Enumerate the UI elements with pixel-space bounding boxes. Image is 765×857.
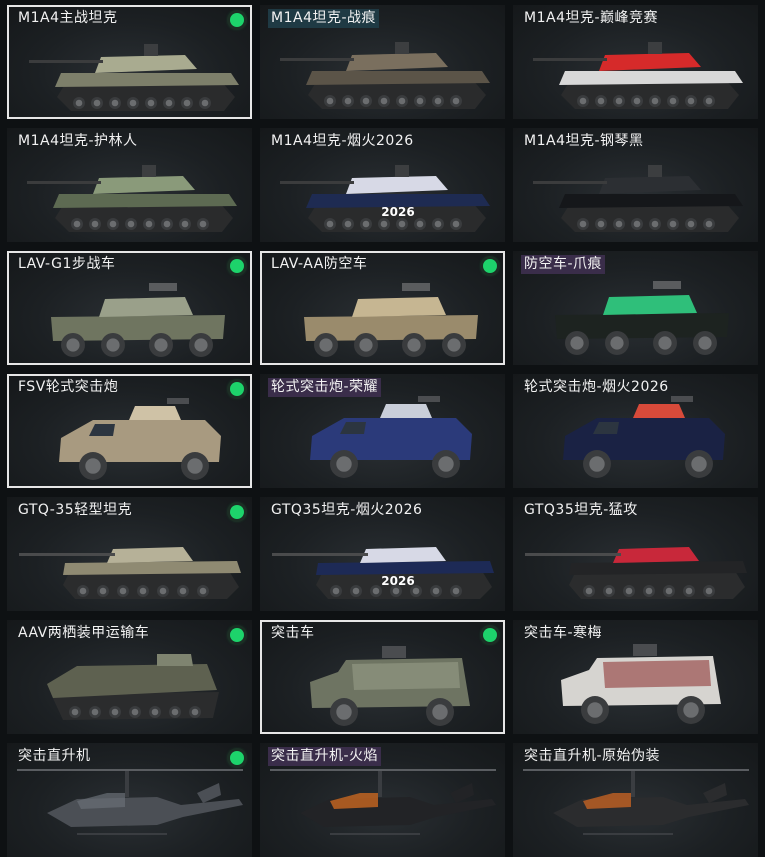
equipped-indicator-icon: [230, 628, 244, 642]
vehicle-card[interactable]: 突击直升机-原始伪装: [513, 743, 758, 857]
equipped-indicator-icon: [230, 505, 244, 519]
skin-badge-text: 2026: [381, 574, 414, 588]
vehicle-card[interactable]: 2026 M1A4坦克-烟火2026: [260, 128, 505, 242]
vehicle-card[interactable]: LAV-G1步战车: [7, 251, 252, 365]
vehicle-name-label: M1A4坦克-巅峰竞赛: [524, 10, 659, 26]
vehicle-card[interactable]: 防空车-爪痕: [513, 251, 758, 365]
vehicle-card[interactable]: M1A4坦克-战痕: [260, 5, 505, 119]
vehicle-card[interactable]: M1A4坦克-巅峰竞赛: [513, 5, 758, 119]
equipped-indicator-icon: [230, 751, 244, 765]
skin-badge-text: 2026: [381, 205, 414, 219]
vehicle-name-label: FSV轮式突击炮: [18, 379, 119, 395]
vehicle-card[interactable]: 2026 GTQ35坦克-烟火2026: [260, 497, 505, 611]
vehicle-name-label: 突击直升机-火焰: [268, 747, 382, 766]
vehicle-name-label: LAV-G1步战车: [18, 256, 116, 272]
equipped-indicator-icon: [483, 628, 497, 642]
vehicle-name-label: 轮式突击炮-烟火2026: [524, 379, 669, 395]
vehicle-name-label: 防空车-爪痕: [521, 255, 606, 274]
vehicle-card[interactable]: 突击直升机-火焰: [260, 743, 505, 857]
vehicle-name-label: 突击车-寒梅: [524, 625, 603, 641]
vehicle-card[interactable]: 突击直升机: [7, 743, 252, 857]
vehicle-name-label: GTQ35坦克-烟火2026: [271, 502, 423, 518]
equipped-indicator-icon: [230, 259, 244, 273]
equipped-indicator-icon: [483, 259, 497, 273]
vehicle-name-label: 突击直升机-原始伪装: [524, 748, 661, 764]
equipped-indicator-icon: [230, 382, 244, 396]
vehicle-card[interactable]: GTQ-35轻型坦克: [7, 497, 252, 611]
vehicle-name-label: LAV-AA防空车: [271, 256, 368, 272]
vehicle-name-label: GTQ-35轻型坦克: [18, 502, 133, 518]
vehicle-skin-grid: M1A4主战坦克 M1A4坦克-战痕 M1A4坦克-巅峰竞赛 M1A4坦克-护林人 20…: [0, 0, 765, 857]
vehicle-card[interactable]: GTQ35坦克-猛攻: [513, 497, 758, 611]
vehicle-card[interactable]: M1A4坦克-护林人: [7, 128, 252, 242]
vehicle-card[interactable]: 轮式突击炮-荣耀: [260, 374, 505, 488]
vehicle-name-label: 突击直升机: [18, 748, 91, 764]
vehicle-name-label: M1A4主战坦克: [18, 10, 118, 26]
vehicle-card[interactable]: M1A4主战坦克: [7, 5, 252, 119]
vehicle-card[interactable]: FSV轮式突击炮: [7, 374, 252, 488]
vehicle-name-label: M1A4坦克-护林人: [18, 133, 138, 149]
vehicle-name-label: 轮式突击炮-荣耀: [268, 378, 382, 397]
vehicle-name-label: AAV两栖装甲运输车: [18, 625, 150, 641]
vehicle-card[interactable]: 突击车-寒梅: [513, 620, 758, 734]
vehicle-card[interactable]: AAV两栖装甲运输车: [7, 620, 252, 734]
vehicle-name-label: M1A4坦克-战痕: [268, 9, 380, 28]
vehicle-card[interactable]: LAV-AA防空车: [260, 251, 505, 365]
vehicle-card[interactable]: 突击车: [260, 620, 505, 734]
vehicle-name-label: GTQ35坦克-猛攻: [524, 502, 638, 518]
vehicle-name-label: M1A4坦克-烟火2026: [271, 133, 414, 149]
vehicle-card[interactable]: M1A4坦克-钢琴黑: [513, 128, 758, 242]
equipped-indicator-icon: [230, 13, 244, 27]
vehicle-name-label: 突击车: [271, 625, 315, 641]
vehicle-card[interactable]: 轮式突击炮-烟火2026: [513, 374, 758, 488]
vehicle-name-label: M1A4坦克-钢琴黑: [524, 133, 644, 149]
